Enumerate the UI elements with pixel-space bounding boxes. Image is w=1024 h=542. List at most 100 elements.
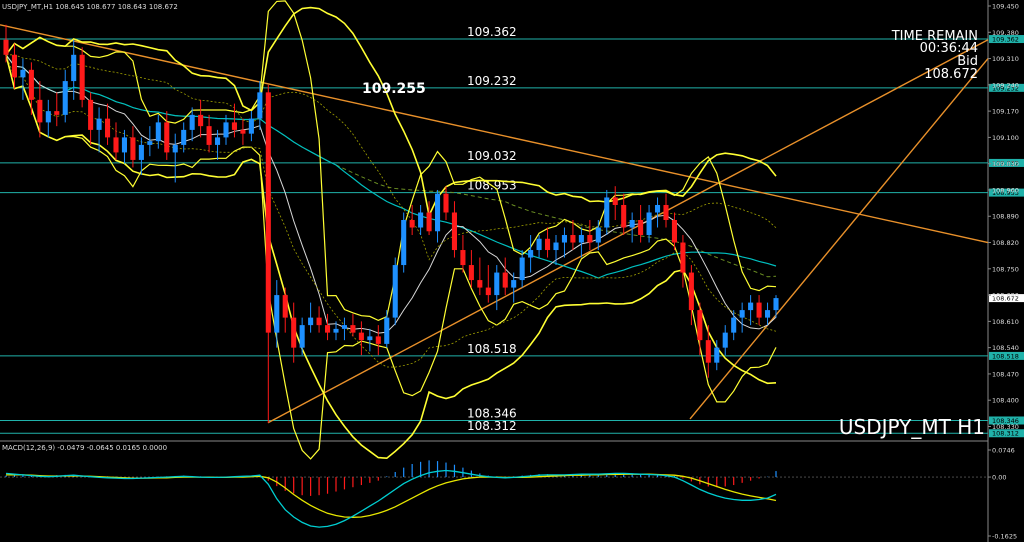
price-tick-label: 108.820 <box>992 239 1019 247</box>
candle-body <box>765 310 771 318</box>
candle-body <box>164 122 170 153</box>
candle-body <box>409 220 415 228</box>
candle-body <box>688 272 694 311</box>
candle-body <box>773 298 779 311</box>
candle-body <box>604 197 610 228</box>
candle-body <box>528 250 534 258</box>
candle-body <box>739 310 745 318</box>
candle-body <box>28 69 34 100</box>
candle-body <box>358 332 364 341</box>
candle-body <box>578 235 584 243</box>
price-tick-label: 108.680 <box>992 292 1019 300</box>
candle-body <box>206 126 212 145</box>
candle-body <box>62 81 68 115</box>
candle-body <box>105 118 111 138</box>
candle-body <box>3 39 9 55</box>
candle-body <box>629 220 635 228</box>
candle-body <box>20 69 26 78</box>
candle-body <box>570 235 576 243</box>
price-tick-label: 109.310 <box>992 55 1019 63</box>
candle-body <box>11 54 17 78</box>
symbol-watermark: USDJPY_MT H1 <box>839 415 985 439</box>
candle-body <box>392 265 398 318</box>
candle-body <box>198 114 204 127</box>
candle-body <box>181 129 187 145</box>
candle-body <box>731 317 737 333</box>
candle-body <box>274 295 280 333</box>
bid-value: 108.672 <box>924 67 978 82</box>
candle-body <box>367 336 373 341</box>
candle-body <box>316 317 322 326</box>
candle-body <box>147 141 153 145</box>
candle-body <box>96 118 102 130</box>
candle-body <box>460 250 466 266</box>
price-tick-label: 108.400 <box>992 397 1019 405</box>
macd-tick-label: -0.1625 <box>992 533 1017 541</box>
candle-body <box>240 129 246 134</box>
price-tick-label: 108.540 <box>992 344 1019 352</box>
candle-body <box>257 92 263 119</box>
candle-body <box>561 235 567 243</box>
candle-body <box>223 122 229 138</box>
candle-body <box>756 302 762 318</box>
candle-body <box>189 114 195 130</box>
candle-body <box>553 242 559 251</box>
candle-body <box>697 310 703 341</box>
candle-body <box>655 204 661 213</box>
candle-body <box>308 317 314 326</box>
price-tick-label: 109.100 <box>992 134 1019 142</box>
candle-body <box>612 197 618 205</box>
candle-body <box>375 336 381 344</box>
candle-body <box>121 137 127 153</box>
candle-body <box>130 137 136 160</box>
candle-body <box>595 227 601 243</box>
candle-body <box>88 99 94 130</box>
candle-body <box>265 92 271 333</box>
price-chart[interactable]: 109.362109.362109.232109.232109.032109.0… <box>0 0 1024 542</box>
price-tick-label: 109.030 <box>992 160 1019 168</box>
macd-tick-label: 0.0746 <box>992 447 1015 455</box>
candle-body <box>401 220 407 266</box>
macd-tick-label: 0.00 <box>992 474 1006 482</box>
level-label: 109.032 <box>467 149 517 163</box>
candle-body <box>587 235 593 243</box>
candle-body <box>79 54 85 100</box>
candle-body <box>646 212 652 236</box>
candle-body <box>418 212 424 228</box>
price-tick-label: 108.750 <box>992 265 1019 273</box>
candle-body <box>426 212 432 232</box>
price-tick-label: 109.450 <box>992 3 1019 11</box>
level-label: 108.312 <box>467 419 517 433</box>
candle-body <box>663 204 669 220</box>
price-tick-label: 108.890 <box>992 213 1019 221</box>
candle-body <box>545 238 551 251</box>
price-tick-label: 108.610 <box>992 318 1019 326</box>
candle-body <box>511 280 517 288</box>
macd-info: MACD(12,26,9) -0.0479 -0.0645 0.0165 0.0… <box>2 444 167 452</box>
candle-body <box>37 99 43 123</box>
price-tick-label: 109.240 <box>992 81 1019 89</box>
candle-body <box>519 257 525 281</box>
candle-body <box>680 242 686 273</box>
candle-body <box>299 325 305 348</box>
candle-body <box>671 220 677 243</box>
candle-body <box>54 111 60 115</box>
candle-body <box>282 295 288 318</box>
price-tick-label: 109.380 <box>992 29 1019 37</box>
level-label: 108.518 <box>467 342 517 356</box>
candle-body <box>705 340 711 363</box>
price-tick-label: 108.470 <box>992 370 1019 378</box>
candle-body <box>113 137 119 153</box>
candle-body <box>215 137 221 145</box>
level-label: 109.232 <box>467 74 517 88</box>
candle-body <box>748 302 754 311</box>
candle-body <box>714 347 720 363</box>
candle-body <box>291 317 297 348</box>
symbol-info: USDJPY_MT,H1 108.645 108.677 108.643 108… <box>2 3 178 11</box>
candle-body <box>155 122 161 142</box>
price-tick-label: 109.170 <box>992 108 1019 116</box>
candle-body <box>502 272 508 288</box>
candle-body <box>485 287 491 296</box>
candle-body <box>350 325 356 333</box>
candle-body <box>333 328 339 333</box>
